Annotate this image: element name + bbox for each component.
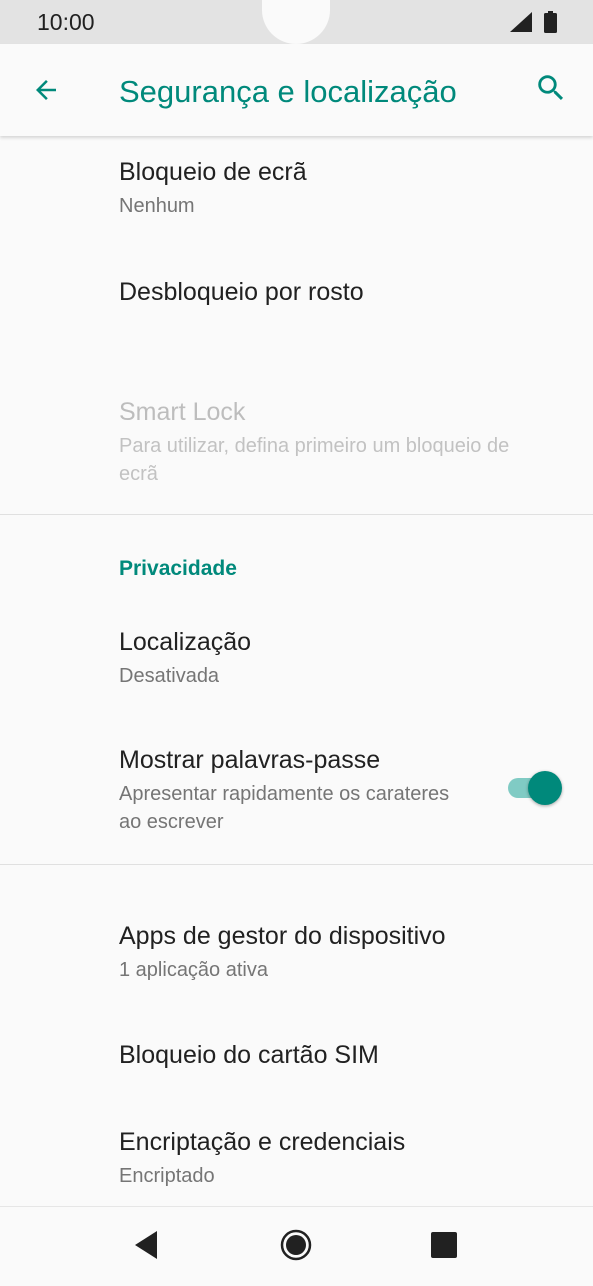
- list-item-device-admin-apps[interactable]: Apps de gestor do dispositivo 1 aplicaçã…: [0, 900, 593, 1014]
- battery-icon: [544, 11, 557, 38]
- item-summary: Nenhum: [119, 195, 195, 217]
- list-item-location[interactable]: Localização Desativada: [0, 606, 593, 720]
- search-icon: [534, 71, 568, 110]
- divider: [0, 864, 593, 865]
- item-title: Localização: [119, 628, 252, 656]
- item-title: Encriptação e credenciais: [119, 1128, 406, 1156]
- list-item-face-unlock[interactable]: Desbloqueio por rosto: [0, 250, 593, 350]
- nav-recents-button[interactable]: [418, 1221, 470, 1273]
- screen: 10:00 Segurança e localização Bloqueio d…: [0, 0, 593, 1286]
- signal-icon: [510, 12, 532, 37]
- nav-recents-icon: [431, 1231, 457, 1263]
- list-item-sim-lock[interactable]: Bloqueio do cartão SIM: [0, 1014, 593, 1106]
- app-bar: Segurança e localização: [0, 44, 593, 136]
- list-item-show-passwords[interactable]: Mostrar palavras-passe Apresentar rapida…: [0, 726, 593, 864]
- camera-notch: [262, 0, 330, 44]
- page-title: Segurança e localização: [119, 74, 457, 109]
- search-button[interactable]: [527, 66, 575, 114]
- item-summary: Desativada: [119, 665, 220, 687]
- settings-list: Bloqueio de ecrã Nenhum Desbloqueio por …: [0, 136, 593, 1206]
- item-title: Bloqueio de ecrã: [119, 158, 307, 186]
- status-bar: 10:00: [0, 0, 593, 44]
- divider: [0, 514, 593, 515]
- section-header-privacy: Privacidade: [119, 557, 237, 580]
- item-title: Bloqueio do cartão SIM: [119, 1041, 379, 1069]
- status-icons: [510, 11, 557, 38]
- navigation-bar: [0, 1206, 593, 1286]
- nav-home-icon: [280, 1229, 312, 1266]
- list-item-smart-lock[interactable]: Smart Lock Para utilizar, defina primeir…: [0, 380, 593, 514]
- list-item-screen-lock[interactable]: Bloqueio de ecrã Nenhum: [0, 136, 593, 250]
- arrow-back-icon: [31, 75, 61, 110]
- nav-home-button[interactable]: [270, 1221, 322, 1273]
- item-summary: Apresentar rapidamente os carateres ao e…: [119, 783, 450, 833]
- show-passwords-toggle[interactable]: [508, 771, 562, 805]
- status-time: 10:00: [37, 9, 95, 35]
- back-button[interactable]: [22, 68, 70, 116]
- item-title: Smart Lock: [119, 398, 246, 426]
- item-summary: Encriptado: [119, 1165, 215, 1187]
- list-item-encryption[interactable]: Encriptação e credenciais Encriptado: [0, 1106, 593, 1206]
- nav-back-button[interactable]: [120, 1221, 172, 1273]
- toggle-thumb: [528, 771, 562, 805]
- item-summary: 1 aplicação ativa: [119, 959, 268, 981]
- item-summary: Para utilizar, defina primeiro um bloque…: [119, 435, 510, 485]
- item-title: Desbloqueio por rosto: [119, 278, 364, 306]
- nav-back-icon: [133, 1230, 159, 1264]
- item-title: Mostrar palavras-passe: [119, 746, 381, 774]
- item-title: Apps de gestor do dispositivo: [119, 922, 446, 950]
